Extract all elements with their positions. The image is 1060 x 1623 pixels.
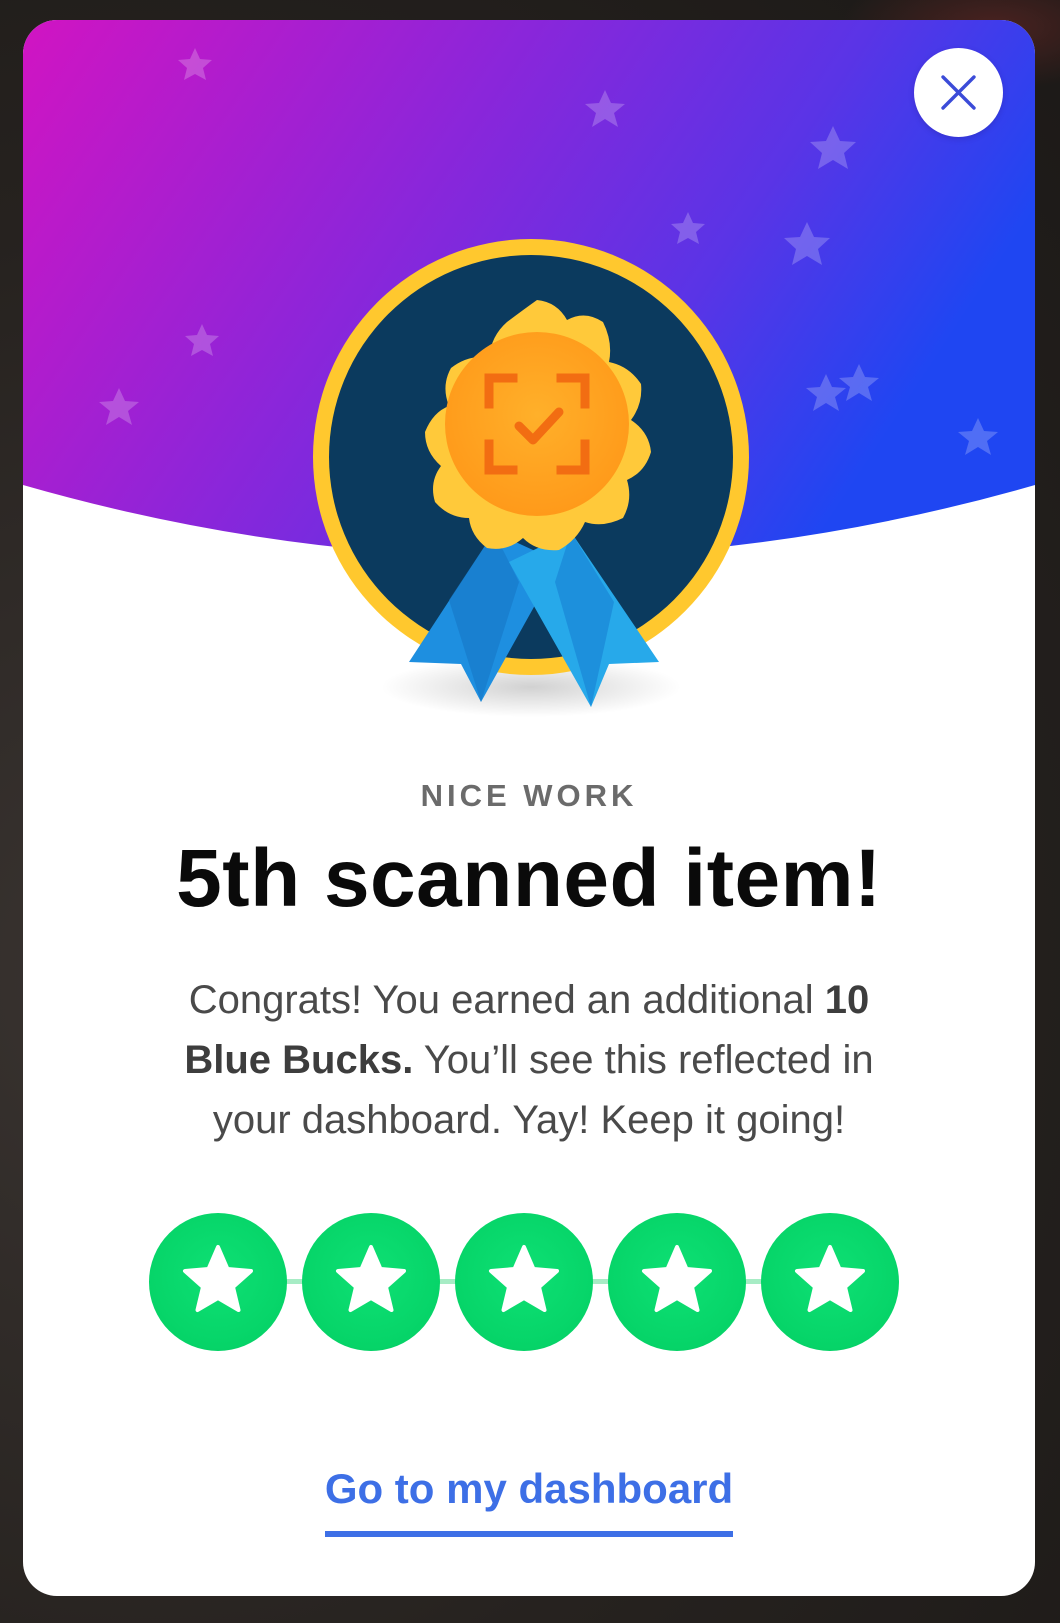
progress-step-2 xyxy=(302,1213,440,1351)
star-icon xyxy=(183,1245,253,1312)
star-icon xyxy=(489,1245,559,1312)
progress-step-4 xyxy=(608,1213,746,1351)
achievement-modal: NICE WORK 5th scanned item! Congrats! Yo… xyxy=(23,20,1035,1596)
modal-title: 5th scanned item! xyxy=(176,833,882,924)
star-icon xyxy=(336,1245,406,1312)
star-icon xyxy=(795,1245,865,1312)
progress-step-5 xyxy=(761,1213,899,1351)
close-button[interactable] xyxy=(914,48,1003,137)
progress-step-1 xyxy=(149,1213,287,1351)
message-prefix: Congrats! You earned an additional xyxy=(188,978,825,1022)
eyebrow-label: NICE WORK xyxy=(420,778,638,813)
progress-step-3 xyxy=(455,1213,593,1351)
cta-container: Go to my dashboard xyxy=(23,1465,1035,1537)
star-icon xyxy=(642,1245,712,1312)
go-to-dashboard-link[interactable]: Go to my dashboard xyxy=(324,1465,734,1537)
close-icon xyxy=(941,75,976,110)
modal-message: Congrats! You earned an additional 10 Bl… xyxy=(143,970,915,1150)
medal-badge-icon xyxy=(309,232,749,742)
progress-steps xyxy=(149,1213,924,1351)
